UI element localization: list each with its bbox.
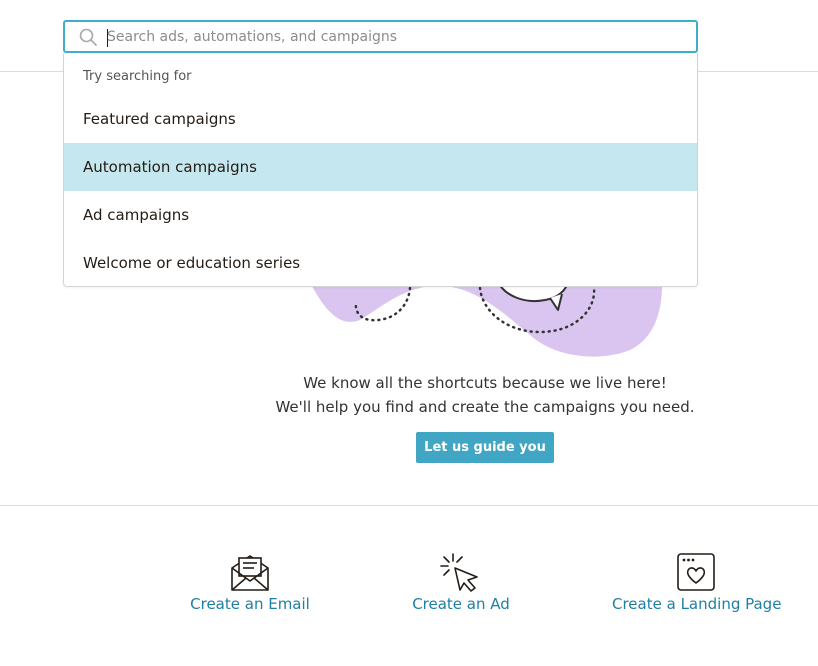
search-input[interactable] bbox=[107, 25, 677, 49]
search-suggestions-dropdown: Try searching for Featured campaigns Aut… bbox=[63, 53, 698, 287]
cursor-click-icon bbox=[440, 553, 478, 592]
suggestion-welcome-series[interactable]: Welcome or education series bbox=[64, 239, 697, 287]
create-email-label[interactable]: Create an Email bbox=[190, 595, 310, 613]
create-landing-page-label[interactable]: Create a Landing Page bbox=[612, 595, 781, 613]
suggestion-automation-campaigns[interactable]: Automation campaigns bbox=[64, 143, 697, 191]
create-ad-label[interactable]: Create an Ad bbox=[406, 595, 516, 613]
search-bar[interactable] bbox=[63, 20, 698, 53]
create-ad-action[interactable]: Create an Ad bbox=[406, 552, 516, 613]
heart-page-icon bbox=[677, 553, 715, 591]
envelope-icon bbox=[231, 555, 269, 591]
suggestions-heading: Try searching for bbox=[83, 69, 192, 84]
help-text-line-1: We know all the shortcuts because we liv… bbox=[303, 374, 667, 392]
text-caret bbox=[107, 29, 108, 47]
guide-illustration bbox=[312, 281, 662, 357]
search-icon bbox=[79, 28, 97, 46]
create-landing-page-action[interactable]: Create a Landing Page bbox=[612, 552, 781, 613]
help-text-line-2: We'll help you find and create the campa… bbox=[275, 398, 695, 416]
create-email-action[interactable]: Create an Email bbox=[190, 552, 310, 613]
let-us-guide-you-button[interactable]: Let us guide you bbox=[416, 432, 554, 463]
suggestion-featured-campaigns[interactable]: Featured campaigns bbox=[64, 95, 697, 143]
suggestion-ad-campaigns[interactable]: Ad campaigns bbox=[64, 191, 697, 239]
section-divider bbox=[0, 505, 818, 506]
